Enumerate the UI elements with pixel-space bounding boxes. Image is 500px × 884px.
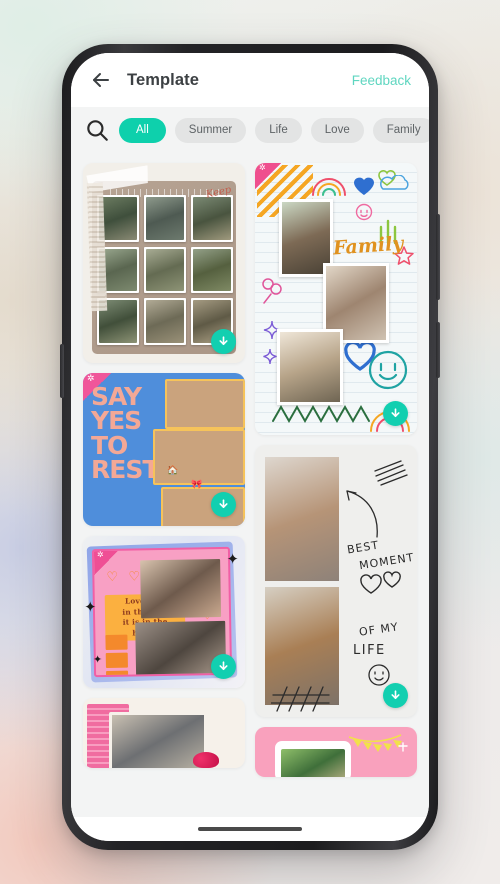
stamp-decoration — [105, 634, 128, 650]
download-arrow-icon — [219, 499, 228, 509]
back-arrow-icon[interactable] — [89, 68, 113, 92]
template-feed[interactable]: Keep SAY YES TO REST — [71, 153, 429, 817]
photo-slot — [165, 379, 245, 429]
chip-love[interactable]: Love — [310, 117, 364, 143]
template-card-party[interactable] — [255, 727, 417, 777]
best-moment-line-2: MOMENT — [358, 550, 416, 573]
zigzag-doodle-icon — [272, 404, 370, 424]
smiley-doodle-icon — [368, 664, 390, 686]
heart-doodle-icon — [354, 177, 374, 195]
photo-slot — [277, 329, 343, 405]
photo-slot — [265, 457, 339, 581]
system-navigation-bar — [71, 817, 429, 841]
sticker-icon: 🏠 — [167, 465, 179, 475]
download-button[interactable] — [383, 401, 408, 426]
download-arrow-icon — [391, 690, 400, 700]
template-card-nine-photo-grid[interactable]: Keep — [83, 163, 245, 363]
download-arrow-icon — [391, 408, 400, 418]
stamp-decoration — [105, 652, 128, 668]
love-inner-card: ♡ ♡ ♡ ♡ Love, not in the eye, it is in t… — [91, 546, 233, 678]
photo-slot — [140, 558, 222, 619]
download-button[interactable] — [211, 654, 236, 679]
photo-slot — [153, 429, 245, 485]
best-moment-line-1: BEST — [346, 538, 381, 557]
stamp-decoration — [106, 670, 129, 678]
photo-slot — [191, 246, 233, 294]
corner-badge-icon — [255, 163, 281, 189]
photo-slot — [144, 298, 186, 345]
search-icon[interactable] — [84, 117, 110, 143]
power-button[interactable] — [436, 322, 440, 378]
best-moment-line-3: OF MY — [358, 620, 400, 639]
photo-slot — [275, 741, 351, 777]
app-header: Template Feedback — [71, 53, 429, 107]
sparkle-icon: ✦ — [93, 654, 103, 666]
phone-screen: Template Feedback All Summer Life Love F… — [71, 53, 429, 841]
smiley-doodle-icon — [368, 350, 408, 390]
home-indicator[interactable] — [198, 827, 302, 831]
chip-life[interactable]: Life — [255, 117, 302, 143]
template-card-love-heart[interactable]: ♡ ♡ ♡ ♡ Love, not in the eye, it is in t… — [83, 536, 245, 688]
photo-slot — [144, 246, 186, 294]
rainbow-doodle-icon — [312, 178, 346, 196]
right-volume-button[interactable] — [436, 214, 440, 300]
chip-family[interactable]: Family — [372, 117, 429, 143]
chip-summer[interactable]: Summer — [174, 117, 247, 143]
curved-arrow-icon — [346, 490, 378, 538]
heart-icon: ♡ — [106, 568, 119, 584]
phone-device-frame: Template Feedback All Summer Life Love F… — [60, 44, 440, 850]
bow-sticker-icon: 🎀 — [191, 479, 203, 489]
chip-all[interactable]: All — [119, 117, 166, 143]
template-card-wedding[interactable] — [83, 698, 245, 768]
photo-slot — [191, 195, 233, 242]
template-card-say-yes-to-rest[interactable]: SAY YES TO REST 🏠 🎀 — [83, 373, 245, 526]
photo-grid — [97, 195, 233, 345]
hearts-doodle-icon — [360, 571, 401, 594]
sparkle-icon: ✦ — [226, 551, 239, 568]
best-moment-line-4: LIFE — [353, 643, 386, 658]
cloud-doodle-icon — [380, 175, 409, 190]
heart-icon: ♡ — [128, 568, 141, 584]
photo-slot — [144, 195, 186, 242]
download-button[interactable] — [211, 329, 236, 354]
bunting-decoration-icon — [349, 734, 408, 752]
template-card-best-moment[interactable]: BEST MOMENT OF MY LIFE — [255, 445, 417, 717]
feed-column-right: Family — [255, 163, 417, 777]
left-volume-button[interactable] — [60, 344, 64, 398]
download-button[interactable] — [211, 492, 236, 517]
feedback-link[interactable]: Feedback — [352, 73, 411, 88]
crosshatch-doodle-icon — [271, 686, 330, 712]
template-card-family-doodle[interactable]: Family — [255, 163, 417, 435]
page-title: Template — [127, 70, 200, 89]
rose-decoration — [193, 752, 219, 768]
download-arrow-icon — [219, 661, 228, 671]
download-button[interactable] — [383, 683, 408, 708]
sparkle-icon: ✦ — [84, 599, 97, 616]
feed-column-left: Keep SAY YES TO REST — [83, 163, 245, 768]
download-arrow-icon — [219, 336, 228, 346]
category-filter-bar: All Summer Life Love Family — [71, 107, 429, 153]
flower-doodle-icon — [262, 278, 282, 304]
